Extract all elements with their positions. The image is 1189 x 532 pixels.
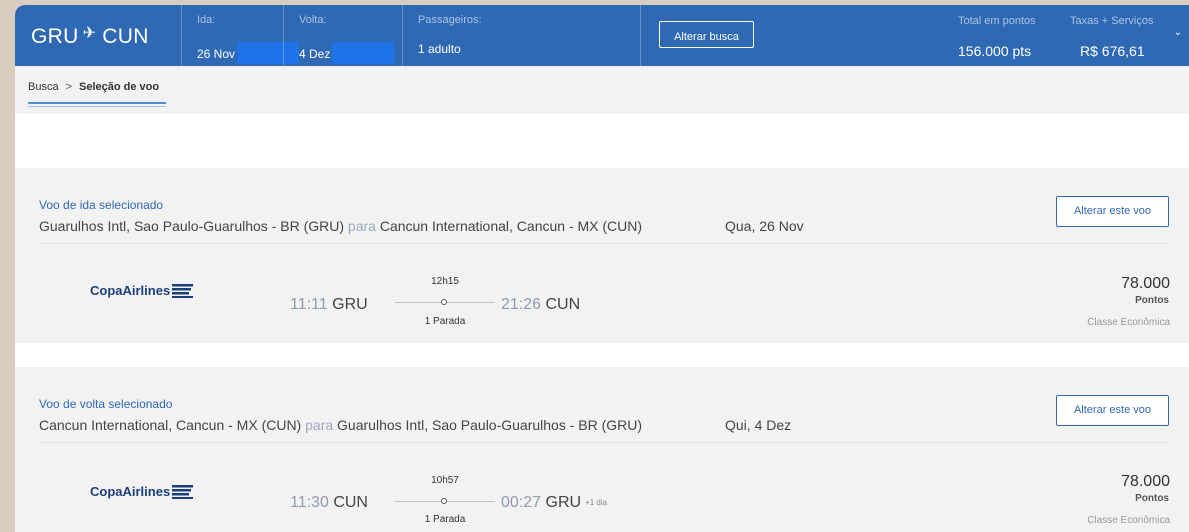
volta-column: Volta: 4 Dez [283, 5, 395, 66]
breadcrumb-underline [28, 102, 166, 104]
plus-day-badge: +1 dia [585, 498, 608, 507]
breadcrumb: Busca > Seleção de voo [15, 66, 1189, 114]
redacted-block [237, 42, 300, 64]
breadcrumb-item-busca[interactable]: Busca [28, 81, 59, 93]
outbound-title: Voo de ida selecionado [39, 198, 164, 212]
chevron-down-icon[interactable]: ⌄ [1174, 27, 1182, 38]
destination-code: CUN [102, 25, 149, 48]
outbound-fare-class: Classe Econômica [1087, 317, 1170, 328]
breadcrumb-current: Seleção de voo [79, 81, 160, 93]
outbound-price: 78.000 [1121, 275, 1170, 292]
fees-label: Taxas + Serviços [1070, 15, 1154, 27]
search-summary-header: GRU ✈ CUN Ida: 26 Nov Volta: 4 Dez Passage… [15, 5, 1189, 66]
inbound-price-unit: Pontos [1135, 493, 1169, 504]
stop-dot-icon [441, 299, 447, 305]
breadcrumb-separator: > [65, 81, 73, 93]
inbound-arrival: 00:27 GRU +1 dia [501, 494, 608, 511]
volta-value: 4 Dez [299, 42, 395, 64]
inbound-title: Voo de volta selecionado [39, 397, 173, 411]
section-divider [39, 243, 1169, 244]
total-points-label: Total em pontos [958, 15, 1036, 27]
inbound-route: Cancun International, Cancun - MX (CUN) … [39, 417, 643, 433]
inbound-price: 78.000 [1121, 473, 1170, 490]
ida-column: Ida: 26 Nov [181, 5, 300, 66]
divider [640, 5, 641, 66]
inbound-flight-card: Voo de volta selecionado Cancun Internat… [15, 367, 1189, 532]
alter-outbound-button[interactable]: Alterar este voo [1056, 196, 1169, 227]
total-points-value: 156.000 pts [958, 43, 1032, 59]
inbound-date: Qui, 4 Dez [725, 417, 792, 433]
outbound-route: Guarulhos Intl, Sao Paulo-Guarulhos - BR… [39, 218, 643, 234]
inbound-fare-class: Classe Econômica [1087, 515, 1170, 526]
airline-logo: CopaAirlines [90, 283, 194, 299]
airplane-icon: ✈ [82, 25, 97, 42]
redacted-block [332, 42, 395, 64]
copa-logo-icon [172, 485, 194, 499]
passengers-label: Passageiros: [418, 14, 482, 26]
ida-label: Ida: [197, 14, 216, 26]
stop-dot-icon [441, 498, 447, 504]
outbound-arrival: 21:26 CUN [501, 296, 581, 313]
inbound-duration: 10h57 [431, 475, 459, 486]
alter-search-button[interactable]: Alterar busca [659, 21, 754, 48]
inbound-departure: 11:30 CUN [290, 494, 368, 511]
app-frame: GRU ✈ CUN Ida: 26 Nov Volta: 4 Dez Passage… [15, 5, 1189, 532]
outbound-departure: 11:11 GRU [290, 296, 368, 313]
inbound-stops: 1 Parada [424, 514, 466, 525]
outbound-flight-card: Voo de ida selecionado Guarulhos Intl, S… [15, 168, 1189, 343]
route-title: GRU ✈ CUN [31, 23, 149, 49]
copa-logo-icon [172, 284, 194, 298]
outbound-price-unit: Pontos [1135, 295, 1169, 306]
outbound-date: Qua, 26 Nov [725, 218, 804, 234]
airline-logo: CopaAirlines [90, 484, 194, 500]
volta-label: Volta: [299, 14, 327, 26]
outbound-stops: 1 Parada [424, 316, 466, 327]
passengers-column: Passageiros: 1 adulto [402, 5, 482, 66]
alter-inbound-button[interactable]: Alterar este voo [1056, 395, 1169, 426]
fees-value: R$ 676,61 [1080, 43, 1145, 59]
section-divider [39, 442, 1169, 443]
passengers-value: 1 adulto [418, 42, 461, 56]
breadcrumb-underline [28, 106, 166, 107]
breadcrumb-trail: Busca > Seleção de voo [28, 81, 159, 93]
origin-code: GRU [31, 25, 79, 48]
outbound-duration: 12h15 [431, 276, 459, 287]
